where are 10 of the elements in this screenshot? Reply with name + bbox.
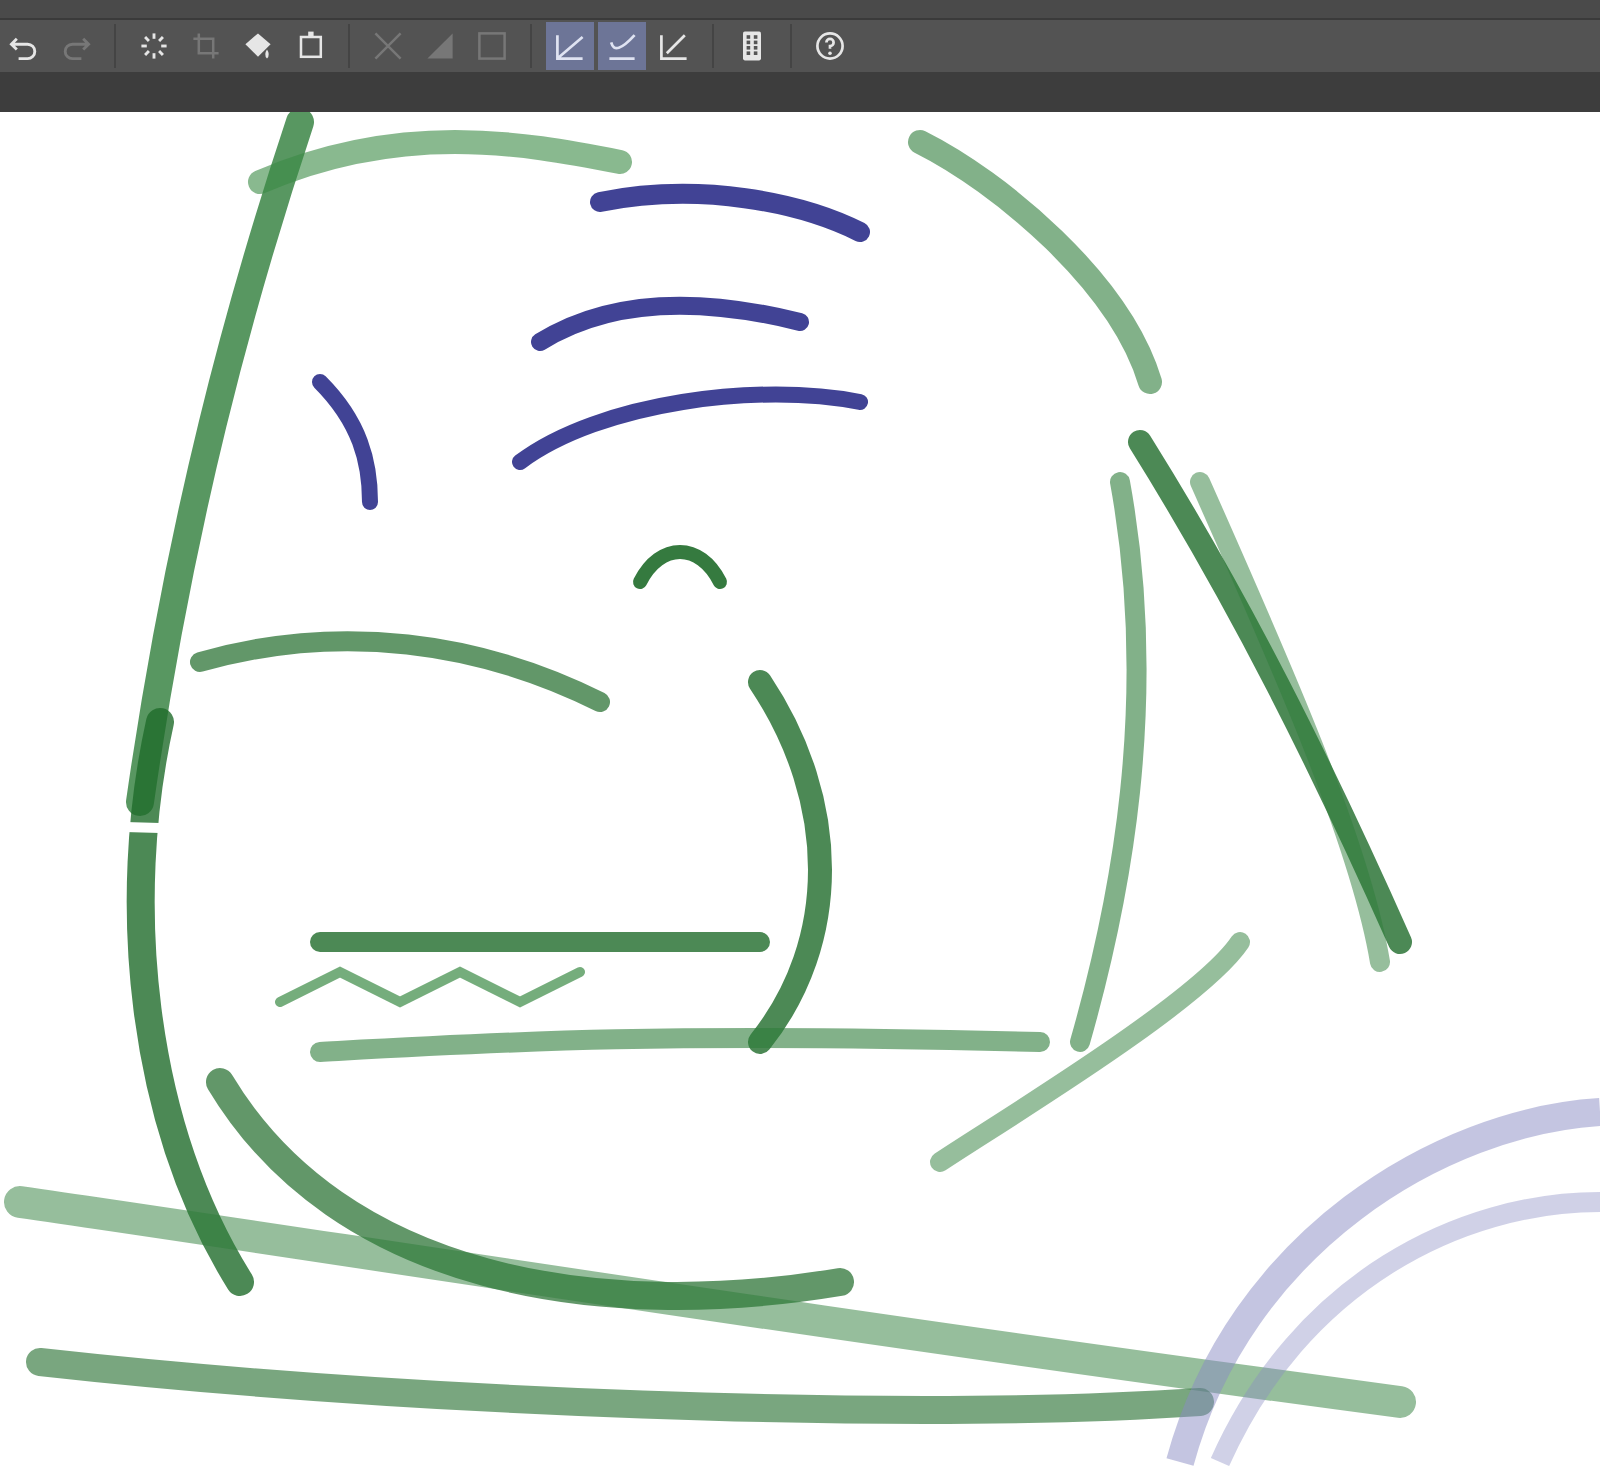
burst-icon <box>136 28 172 64</box>
bucket-icon <box>240 28 276 64</box>
triangle-icon <box>422 28 458 64</box>
diagonal-icon <box>370 28 406 64</box>
curve-ruler-button[interactable] <box>598 22 646 70</box>
angle-ruler-button[interactable] <box>546 22 594 70</box>
crop-icon <box>188 28 224 64</box>
help-icon <box>812 28 848 64</box>
square-icon <box>474 28 510 64</box>
curve-ruler-icon <box>604 28 640 64</box>
